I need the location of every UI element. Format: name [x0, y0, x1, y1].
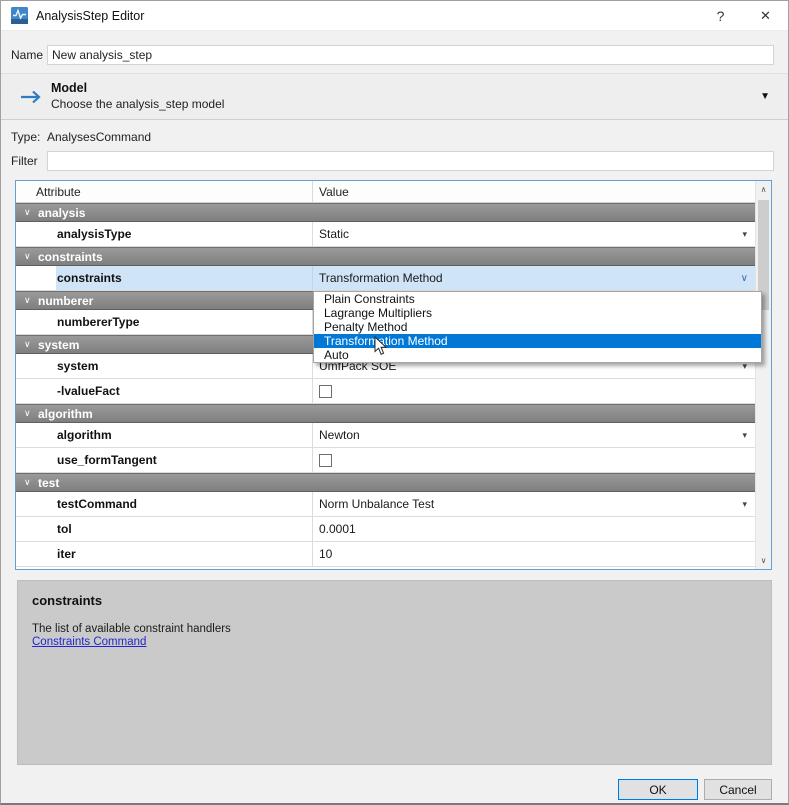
attr-row-iter[interactable]: iter 10 — [16, 542, 755, 567]
constraints-dropdown-popup: Plain Constraints Lagrange Multipliers P… — [313, 291, 762, 363]
name-input[interactable] — [47, 45, 774, 65]
attribute-label: testCommand — [57, 497, 138, 511]
dropdown-caret-icon: ▾ — [742, 228, 747, 239]
chevron-down-icon: ∨ — [24, 207, 31, 217]
model-section-header[interactable]: Model Choose the analysis_step model ▼ — [1, 73, 788, 120]
dropdown-option[interactable]: Penalty Method — [314, 320, 761, 334]
chevron-down-icon: ∨ — [24, 251, 31, 261]
value-text: 10 — [319, 547, 333, 561]
mouse-cursor-icon — [374, 336, 387, 355]
header-value[interactable]: Value — [313, 181, 755, 202]
constraints-command-link[interactable]: Constraints Command — [32, 636, 757, 648]
combo-value: Transformation Method — [319, 271, 443, 285]
dropdown-caret-icon: ∨ — [740, 272, 748, 284]
checkbox-unchecked[interactable] — [319, 384, 332, 398]
attr-row-use_formTangent[interactable]: use_formTangent — [16, 448, 755, 473]
dropdown-option[interactable]: Lagrange Multipliers — [314, 306, 761, 320]
chevron-down-icon: ∨ — [24, 477, 31, 487]
close-button[interactable]: ✕ — [743, 1, 788, 31]
attribute-label: -lvalueFact — [57, 384, 120, 398]
combo-value: Static — [319, 227, 350, 241]
attribute-label: iter — [57, 547, 76, 561]
attr-row-analysisType[interactable]: analysisType Static ▾ — [16, 222, 755, 247]
group-label: numberer — [38, 293, 94, 308]
attribute-label: numbererType — [57, 315, 140, 329]
attribute-label: use_formTangent — [57, 453, 157, 467]
attribute-label: algorithm — [57, 428, 112, 442]
group-row-test[interactable]: ∨ test — [16, 473, 755, 492]
combo-value: Norm Unbalance Test — [319, 497, 435, 511]
attr-row-testCommand[interactable]: testCommand Norm Unbalance Test ▾ — [16, 492, 755, 517]
algorithm-combobox[interactable]: Newton ▾ — [313, 423, 755, 447]
title-bar: AnalysisStep Editor ? ✕ — [1, 1, 788, 31]
combo-value: Newton — [319, 428, 360, 442]
group-label: system — [38, 337, 80, 352]
model-arrow-icon — [21, 90, 41, 103]
analysisType-combobox[interactable]: Static ▾ — [313, 222, 755, 246]
group-row-constraints[interactable]: ∨ constraints — [16, 247, 755, 266]
attr-row-algorithm[interactable]: algorithm Newton ▾ — [16, 423, 755, 448]
attribute-table: Attribute Value ∨ analysis analysisType … — [15, 180, 772, 570]
filter-label: Filter — [11, 154, 38, 168]
iter-value-field[interactable]: 10 — [313, 542, 755, 566]
header-attribute[interactable]: Attribute — [16, 181, 313, 202]
tol-value-field[interactable]: 0.0001 — [313, 517, 755, 541]
type-line: Type: AnalysesCommand — [11, 130, 774, 146]
type-label: Type: — [11, 130, 41, 144]
analysis-step-editor-dialog: AnalysisStep Editor ? ✕ Name Model Choos… — [0, 0, 789, 805]
description-text: The list of available constraint handler… — [32, 623, 231, 635]
help-button[interactable]: ? — [698, 1, 743, 31]
type-value: AnalysesCommand — [47, 130, 152, 144]
dialog-button-row: OK Cancel — [1, 779, 772, 800]
description-panel: constraints The list of available constr… — [17, 580, 772, 765]
attribute-label: constraints — [57, 271, 122, 285]
group-label: test — [38, 475, 60, 490]
dropdown-option[interactable]: Plain Constraints — [314, 292, 761, 306]
table-header: Attribute Value — [16, 181, 755, 203]
group-row-analysis[interactable]: ∨ analysis — [16, 203, 755, 222]
attr-row-tol[interactable]: tol 0.0001 — [16, 517, 755, 542]
cancel-button[interactable]: Cancel — [704, 779, 772, 800]
window-title: AnalysisStep Editor — [36, 8, 145, 23]
attribute-label: analysisType — [57, 227, 132, 241]
description-title: constraints — [32, 593, 103, 608]
model-title: Model — [51, 81, 88, 96]
scroll-up-icon[interactable]: ∧ — [756, 181, 771, 198]
group-label: analysis — [38, 205, 86, 220]
ok-button[interactable]: OK — [618, 779, 698, 800]
group-label: algorithm — [38, 406, 93, 421]
attribute-label: system — [57, 359, 99, 373]
attr-row-constraints[interactable]: constraints Transformation Method ∨ — [16, 266, 755, 291]
chevron-down-icon: ∨ — [24, 339, 31, 349]
vertical-scrollbar[interactable]: ∧ ∨ — [755, 181, 771, 569]
constraints-combobox[interactable]: Transformation Method ∨ — [313, 266, 755, 290]
name-row: Name — [11, 45, 774, 65]
group-row-algorithm[interactable]: ∨ algorithm — [16, 404, 755, 423]
dropdown-caret-icon: ▾ — [742, 429, 747, 440]
name-label: Name — [11, 48, 44, 62]
checkbox-unchecked[interactable] — [319, 453, 332, 467]
chevron-down-icon: ∨ — [24, 295, 31, 305]
model-expand-caret-icon[interactable]: ▼ — [760, 91, 770, 102]
chevron-down-icon: ∨ — [24, 408, 31, 418]
attribute-label: tol — [57, 522, 72, 536]
dropdown-caret-icon: ▾ — [742, 498, 747, 509]
group-label: constraints — [38, 249, 103, 264]
value-text: 0.0001 — [319, 522, 356, 536]
app-icon — [11, 7, 28, 24]
scroll-down-icon[interactable]: ∨ — [756, 552, 771, 569]
filter-row: Filter — [11, 151, 774, 171]
testCommand-combobox[interactable]: Norm Unbalance Test ▾ — [313, 492, 755, 516]
filter-input[interactable] — [47, 151, 774, 171]
model-subtitle: Choose the analysis_step model — [51, 96, 225, 111]
attr-row-lvalueFact[interactable]: -lvalueFact — [16, 379, 755, 404]
